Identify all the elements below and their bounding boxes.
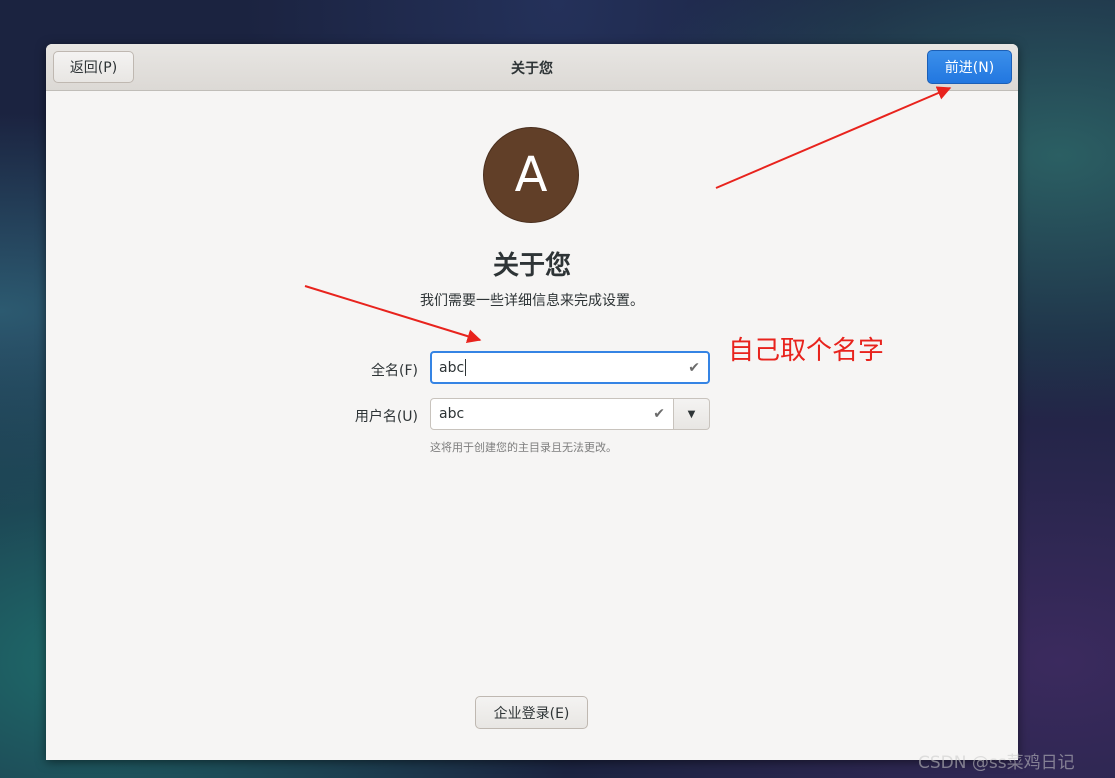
check-icon: ✔ [653,406,665,422]
fullname-label: 全名(F) [371,363,418,379]
check-icon: ✔ [688,359,700,376]
username-label: 用户名(U) [354,409,418,425]
watermark: CSDN @ss菜鸡日记 [918,753,1075,773]
text-cursor [465,359,467,376]
setup-window: 返回(P) 关于您 前进(N) A 关于您 我们需要一些详细信息来完成设置。 全… [46,44,1018,760]
page-heading: 关于您 [492,251,571,281]
annotation-text: 自己取个名字 [728,336,885,366]
window-title: 关于您 [511,61,553,77]
header-bar: 返回(P) 关于您 前进(N) [46,44,1018,91]
avatar[interactable]: A [483,127,579,223]
username-input[interactable]: abc ✔ [430,398,674,430]
username-dropdown-button[interactable]: ▼ [674,398,710,430]
username-hint: 这将用于创建您的主目录且无法更改。 [430,441,617,454]
enterprise-login-button[interactable]: 企业登录(E) [475,696,588,729]
username-value: abc [439,406,465,422]
page-subtitle: 我们需要一些详细信息来完成设置。 [420,293,644,309]
chevron-down-icon: ▼ [687,408,696,420]
fullname-input[interactable]: abc ✔ [430,351,710,384]
fullname-value: abc [439,359,465,376]
next-button[interactable]: 前进(N) [927,50,1012,84]
